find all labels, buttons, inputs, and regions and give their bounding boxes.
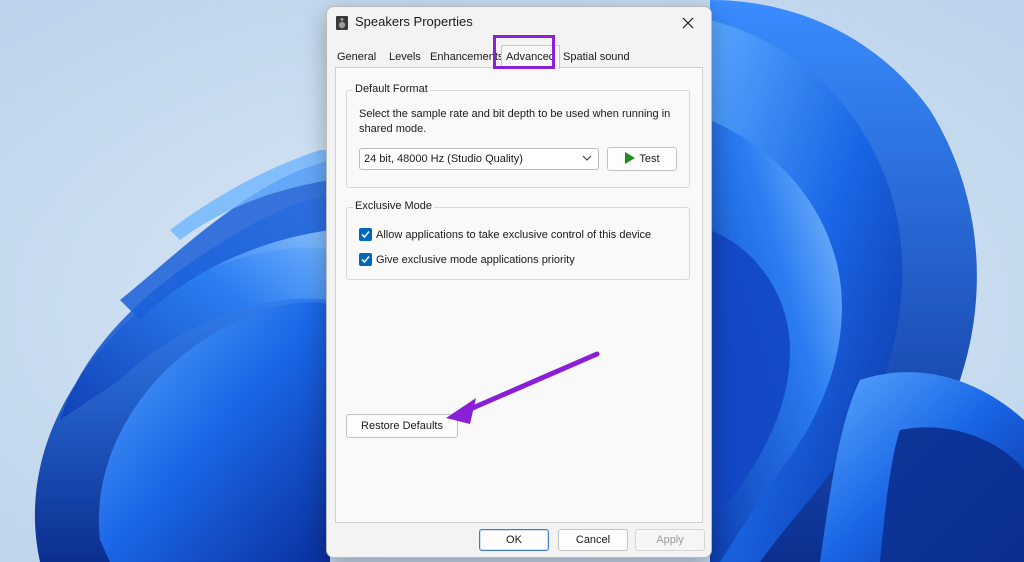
dialog-footer: OK Cancel Apply bbox=[327, 523, 711, 557]
exclusive-control-label: Allow applications to take exclusive con… bbox=[376, 228, 652, 241]
ok-button[interactable]: OK bbox=[479, 529, 549, 551]
exclusive-control-checkbox[interactable] bbox=[359, 228, 372, 241]
exclusive-control-checkbox-row[interactable]: Allow applications to take exclusive con… bbox=[359, 228, 651, 241]
apply-button[interactable]: Apply bbox=[635, 529, 705, 551]
exclusive-mode-legend: Exclusive Mode bbox=[353, 200, 435, 212]
dialog-title: Speakers Properties bbox=[355, 14, 473, 29]
exclusive-mode-group: Exclusive Mode Allow applications to tak… bbox=[346, 200, 690, 280]
tab-levels[interactable]: Levels bbox=[385, 47, 425, 67]
advanced-tab-highlight bbox=[493, 35, 555, 69]
restore-defaults-button[interactable]: Restore Defaults bbox=[346, 414, 458, 438]
speaker-icon bbox=[336, 16, 348, 30]
test-button-label: Test bbox=[639, 153, 660, 165]
speakers-properties-dialog: Speakers Properties General Levels Enhan… bbox=[326, 6, 712, 558]
play-icon bbox=[625, 152, 636, 164]
cancel-button[interactable]: Cancel bbox=[558, 529, 628, 551]
test-button[interactable]: Test bbox=[607, 147, 677, 171]
close-button[interactable] bbox=[673, 9, 703, 37]
tab-general[interactable]: General bbox=[333, 47, 380, 67]
default-format-group: Default Format Select the sample rate an… bbox=[346, 83, 690, 188]
advanced-tab-panel: Default Format Select the sample rate an… bbox=[335, 67, 703, 523]
sample-format-value: 24 bit, 48000 Hz (Studio Quality) bbox=[364, 153, 523, 165]
checkmark-icon bbox=[361, 231, 370, 239]
close-icon bbox=[682, 17, 694, 29]
exclusive-priority-checkbox-row[interactable]: Give exclusive mode applications priorit… bbox=[359, 253, 575, 266]
default-format-legend: Default Format bbox=[353, 83, 430, 95]
chevron-down-icon bbox=[582, 155, 592, 161]
checkmark-icon bbox=[361, 256, 370, 264]
default-format-description: Select the sample rate and bit depth to … bbox=[359, 108, 671, 135]
tab-spatial-sound[interactable]: Spatial sound bbox=[559, 47, 634, 67]
sample-format-dropdown[interactable]: 24 bit, 48000 Hz (Studio Quality) bbox=[359, 148, 599, 170]
exclusive-priority-label: Give exclusive mode applications priorit… bbox=[376, 253, 575, 266]
exclusive-priority-checkbox[interactable] bbox=[359, 253, 372, 266]
